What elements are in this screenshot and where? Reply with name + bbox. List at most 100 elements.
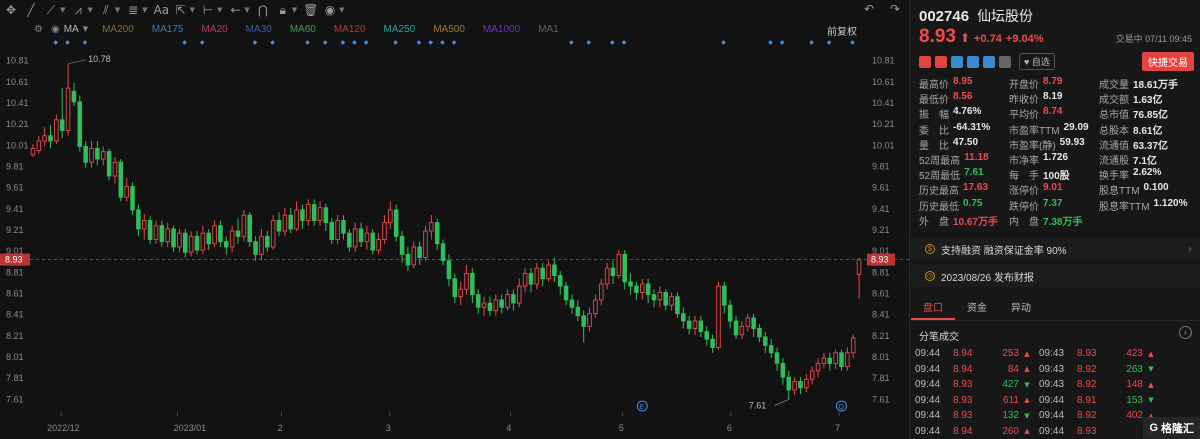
candle-body [786,376,792,391]
tick-v: 132 [1002,410,1019,422]
stat-label: 量 比 [919,140,949,152]
ma-item[interactable]: MA120 [334,24,366,35]
ray-tool-icon[interactable]: ⟋ [44,3,58,18]
stats-grid: 最高价 8.95 开盘价 8.79 成交量 18.61万手 最低价 8.56 昨收价 8.19 成交… [919,76,1197,228]
flag-icon[interactable] [919,55,931,68]
signal-marker-icon: ◆ [393,39,398,46]
adjust-mode-label[interactable]: 前复权 [827,23,857,38]
candlestick-chart[interactable]: 10.81 10.81 10.61 10.61 10.41 10.41 10.21 10.21… [0,38,910,439]
candle-body [188,235,194,253]
candle-body [809,370,815,380]
stat-cell: 内 盘 7.38万手 [1009,213,1099,228]
candle-body [839,352,844,368]
note-icon[interactable] [999,55,1011,68]
stat-row: 振 幅 4.76% 平均价 8.74 总市值 76.85亿 [919,106,1197,121]
shenzhen-icon[interactable] [967,55,979,68]
candle-body [563,285,569,301]
ma-item[interactable]: MA200 [102,24,134,35]
y-tick-label-left: 8.81 [6,267,24,277]
candle-body [704,331,709,340]
y-tick-label-left: 8.01 [6,352,24,362]
chevron-down-icon[interactable]: ▼ [339,6,344,14]
y-tick-label-right: 9.41 [872,204,890,214]
margin-notice[interactable]: $ 支持融资 融资保证金率 90% › [911,238,1200,260]
chevron-down-icon[interactable]: ▼ [87,6,92,14]
candle-body [622,253,627,283]
tab-orderbook[interactable]: 盘口 [911,297,955,320]
candle-body [382,222,387,240]
trash-icon[interactable]: 🗑︎ [303,3,318,17]
eye-icon[interactable]: ◉ [323,3,337,17]
add-watchlist-button[interactable]: ♥ 自选 [1019,53,1055,70]
measure-tool-icon[interactable]: ⊢ [201,3,215,17]
text-tool-icon[interactable]: Aa [154,3,170,17]
ma-item[interactable]: MA250 [384,24,416,35]
stat-label: 最低价 [919,95,949,107]
parallel-tool-icon[interactable]: ⫽ [99,3,113,18]
ma-label[interactable]: MA [64,24,79,35]
min-price-label: 7.61 [749,400,767,410]
chevron-down-icon[interactable]: ▼ [190,6,195,14]
stat-cell: 流通股 7.1亿 [1099,152,1197,167]
stock-header: 002746 仙坛股份 [919,6,1033,26]
candle-body [827,357,833,364]
fib-tool-icon[interactable]: ≣ [126,3,140,17]
chevron-down-icon[interactable]: ▼ [142,6,147,14]
undo-icon[interactable]: ↶ [862,2,876,16]
ma-item[interactable]: MA20 [201,24,227,35]
candle-body [763,336,768,346]
candle-body [692,320,698,329]
candle-body [36,140,42,152]
tab-capital[interactable]: 资金 [955,297,999,320]
kline-chart-area[interactable]: ✥ ╱ ⟋ ▼ ⩘ ▼ ⫽ ▼ ≣ ▼ Aa ⇱ ▼ ⊢ ▼ ← ▼ ⋂ 🔒︎ ▼ 🗑︎ ◉ ▼ … [0,0,910,439]
scale-tool-icon[interactable]: ⇱ [174,3,188,17]
chevron-down-icon[interactable]: ▼ [292,6,297,14]
candle-body [470,272,475,296]
ma-item[interactable]: MA30 [246,24,272,35]
polyline-tool-icon[interactable]: ⩘ [71,3,85,18]
tick-v: 260 [1002,425,1019,437]
candle-body [716,285,721,348]
chevron-down-icon[interactable]: ▼ [244,6,249,14]
candle-body [71,90,77,103]
quick-trade-button[interactable]: 快捷交易 [1142,52,1194,71]
line-tool-icon[interactable]: ╱ [24,3,38,17]
report-notice[interactable]: ◷ 2023/08/26 发布财报 [911,265,1200,287]
margin-icon[interactable] [935,55,947,68]
chevron-down-icon[interactable]: ▼ [217,6,222,14]
candle-body [774,352,780,364]
tick-row: 09:44 8.93 427 ▼ 09:43 8.92 148 ▲ [915,377,1198,393]
candle-body [417,246,422,258]
lock-icon[interactable]: 🔒︎ [276,3,290,18]
magnet-icon[interactable]: ⋂ [256,3,270,17]
stat-value: 1.120% [1153,197,1188,209]
candle-body [282,214,288,232]
chevron-down-icon[interactable]: ▼ [83,25,88,33]
link-icon[interactable] [983,55,995,68]
redo-icon[interactable]: ↷ [888,2,902,16]
y-tick-label-left: 9.81 [6,161,24,171]
expand-icon[interactable]: › [1179,326,1192,339]
tab-unusual[interactable]: 异动 [999,297,1043,320]
tick-row: 09:44 8.93 611 ▲ 09:44 8.91 153 ▼ [915,393,1198,409]
ma-item[interactable]: MA60 [290,24,316,35]
chevron-down-icon[interactable]: ▼ [60,6,65,14]
ma-item[interactable]: MA1 [538,24,559,35]
stat-cell: 成交量 18.61万手 [1099,76,1197,91]
y-tick-label-right: 8.61 [872,289,890,299]
connect-icon[interactable] [951,55,963,68]
tick-t: 09:44 [1039,410,1065,422]
ma-item[interactable]: MA500 [433,24,465,35]
gear-icon[interactable]: ⚙ [34,24,43,35]
candle-body [206,232,211,245]
crosshair-move-icon[interactable]: ✥ [4,3,18,17]
ma-item[interactable]: MA175 [152,24,184,35]
y-tick-label-left: 10.61 [6,77,29,87]
tick-p: 8.93 [953,394,973,406]
ma-item[interactable]: MA1000 [483,24,520,35]
chevron-down-icon[interactable]: ▼ [115,6,120,14]
price-row: 8.93 ⬆ +0.74 +9.04% [919,26,1044,48]
candle-body [159,225,165,243]
arrow-left-icon[interactable]: ← [228,3,242,17]
eye-icon[interactable]: ◉ [51,24,60,35]
